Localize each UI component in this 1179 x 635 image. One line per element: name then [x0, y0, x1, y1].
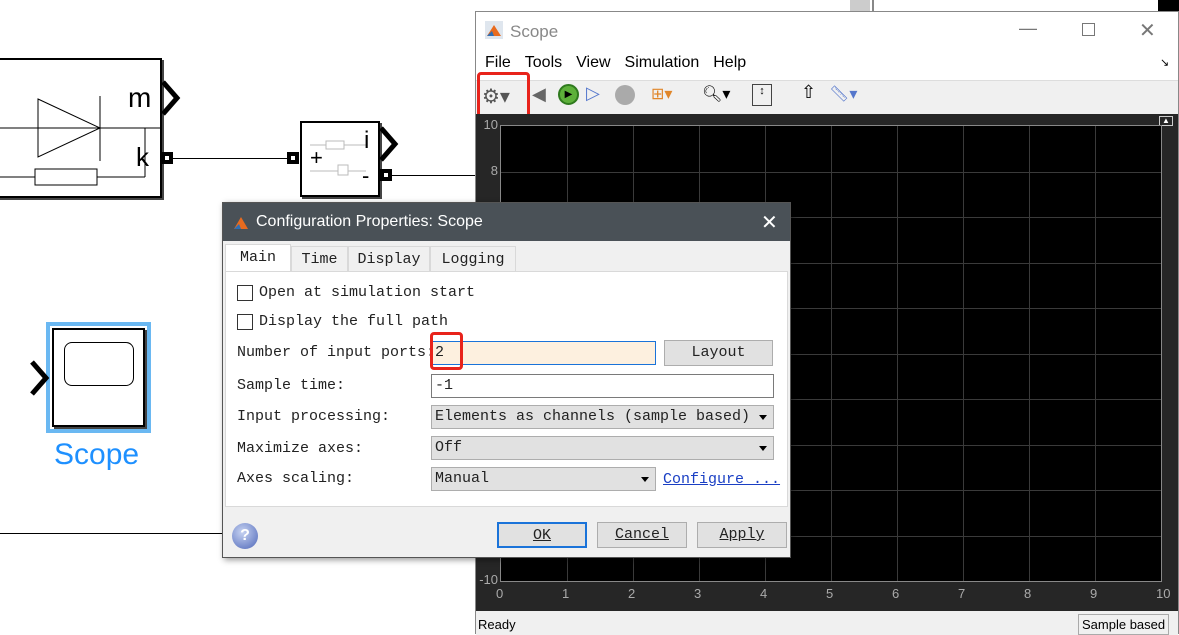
x-tick-label: 1 — [562, 586, 570, 601]
cancel-button[interactable]: Cancel — [597, 522, 687, 548]
connection-line — [173, 158, 287, 159]
trigger-icon[interactable]: ⇧ — [801, 82, 816, 103]
h-gridline — [501, 171, 1161, 173]
x-tick-label: 6 — [892, 586, 900, 601]
output-port-m-icon — [161, 80, 181, 116]
highlight-box — [430, 332, 463, 370]
dialog-title: Configuration Properties: Scope — [256, 213, 483, 230]
sample-time-label: Sample time: — [237, 377, 346, 394]
connection-line — [0, 533, 222, 534]
measurements-icon[interactable]: 📏︎▾ — [829, 84, 857, 104]
scope-screen-icon — [64, 342, 134, 386]
x-tick-label: 3 — [694, 586, 702, 601]
output-port-i-icon — [379, 126, 399, 162]
menu-bar: File Tools View Simulation Help — [485, 54, 746, 72]
num-ports-label: Number of input ports: — [237, 344, 436, 361]
settings-icon[interactable]: ⚙▾ — [482, 84, 510, 109]
full-path-checkbox[interactable] — [237, 314, 253, 330]
window-title: Scope — [510, 22, 559, 41]
status-text: Ready — [478, 617, 516, 632]
y-tick-label: 10 — [483, 117, 498, 132]
port-k[interactable] — [161, 152, 173, 164]
axes-scaling-label: Axes scaling: — [237, 470, 355, 487]
port-minus[interactable] — [380, 169, 392, 181]
y-tick-label: -10 — [479, 572, 498, 587]
layout-button[interactable]: Layout — [664, 340, 773, 366]
stop-icon[interactable] — [615, 85, 635, 105]
sample-time-input[interactable]: -1 — [431, 374, 774, 398]
port-k-label: k — [136, 142, 149, 172]
mode-indicator: Sample based — [1078, 614, 1170, 635]
run-icon[interactable]: ▶ — [558, 84, 579, 105]
apply-button[interactable]: Apply — [697, 522, 787, 548]
step-back-icon[interactable]: ◀ — [532, 84, 546, 105]
menu-view[interactable]: View — [576, 54, 610, 72]
full-path-label: Display the full path — [259, 313, 449, 330]
scale-axes-icon[interactable]: ↕ — [752, 84, 772, 106]
toolbar — [476, 80, 1178, 114]
configure-link[interactable]: Configure ... — [663, 471, 780, 488]
port-plus-label: + — [310, 145, 323, 170]
dock-icon[interactable]: ↘ — [1160, 56, 1169, 69]
x-tick-label: 2 — [628, 586, 636, 601]
menu-tools[interactable]: Tools — [525, 54, 562, 72]
menu-simulation[interactable]: Simulation — [625, 54, 700, 72]
step-forward-icon[interactable]: ▷ — [586, 83, 600, 104]
port-plus[interactable] — [287, 152, 299, 164]
maximize-axes-select[interactable]: Off — [431, 436, 774, 460]
scope-block-label: Scope — [54, 438, 140, 471]
diode-block[interactable]: m k — [0, 58, 162, 198]
matlab-logo-icon — [234, 217, 248, 229]
menu-file[interactable]: File — [485, 54, 511, 72]
zoom-in-icon[interactable]: 🔍︎▾ — [702, 84, 730, 104]
scope-input-port-icon — [30, 360, 50, 396]
port-minus-label: - — [362, 163, 370, 188]
x-tick-label: 9 — [1090, 586, 1098, 601]
axes-scaling-select[interactable]: Manual — [431, 467, 656, 491]
tab-display[interactable]: Display — [348, 246, 430, 272]
num-ports-input[interactable]: 2 — [431, 341, 656, 365]
matlab-logo-icon — [485, 21, 503, 39]
x-tick-label: 7 — [958, 586, 966, 601]
maximize-axes-label: Maximize axes: — [237, 440, 364, 457]
x-tick-label: 10 — [1156, 586, 1171, 601]
current-sensor-block[interactable]: i + - — [300, 121, 380, 197]
tab-logging[interactable]: Logging — [430, 246, 516, 272]
menu-help[interactable]: Help — [713, 54, 746, 72]
x-tick-label: 8 — [1024, 586, 1032, 601]
tab-time[interactable]: Time — [291, 246, 348, 272]
open-at-start-label: Open at simulation start — [259, 284, 476, 301]
scope-block[interactable] — [46, 322, 151, 433]
tab-main[interactable]: Main — [225, 244, 291, 272]
x-tick-label: 0 — [496, 586, 504, 601]
help-icon[interactable]: ? — [232, 523, 258, 549]
x-tick-label: 4 — [760, 586, 768, 601]
y-tick-label: 8 — [490, 162, 498, 178]
config-dialog: Configuration Properties: Scope ✕ Main T… — [222, 202, 791, 558]
close-button[interactable]: ✕ — [1139, 18, 1156, 43]
ok-button[interactable]: OK — [497, 522, 587, 548]
minimize-button[interactable]: — — [1019, 18, 1037, 39]
open-at-start-checkbox[interactable] — [237, 285, 253, 301]
maximize-button[interactable] — [1082, 23, 1095, 36]
port-m-label: m — [128, 82, 152, 113]
input-processing-label: Input processing: — [237, 408, 391, 425]
x-tick-label: 5 — [826, 586, 834, 601]
signal-selection-icon[interactable]: ⊞▾ — [651, 84, 672, 104]
status-bar: Ready Sample based — [476, 611, 1178, 635]
port-i-label: i — [364, 127, 370, 154]
dialog-close-button[interactable]: ✕ — [761, 210, 778, 235]
input-processing-select[interactable]: Elements as channels (sample based) — [431, 405, 774, 429]
connection-line — [392, 175, 476, 176]
diode-icon — [0, 96, 160, 186]
